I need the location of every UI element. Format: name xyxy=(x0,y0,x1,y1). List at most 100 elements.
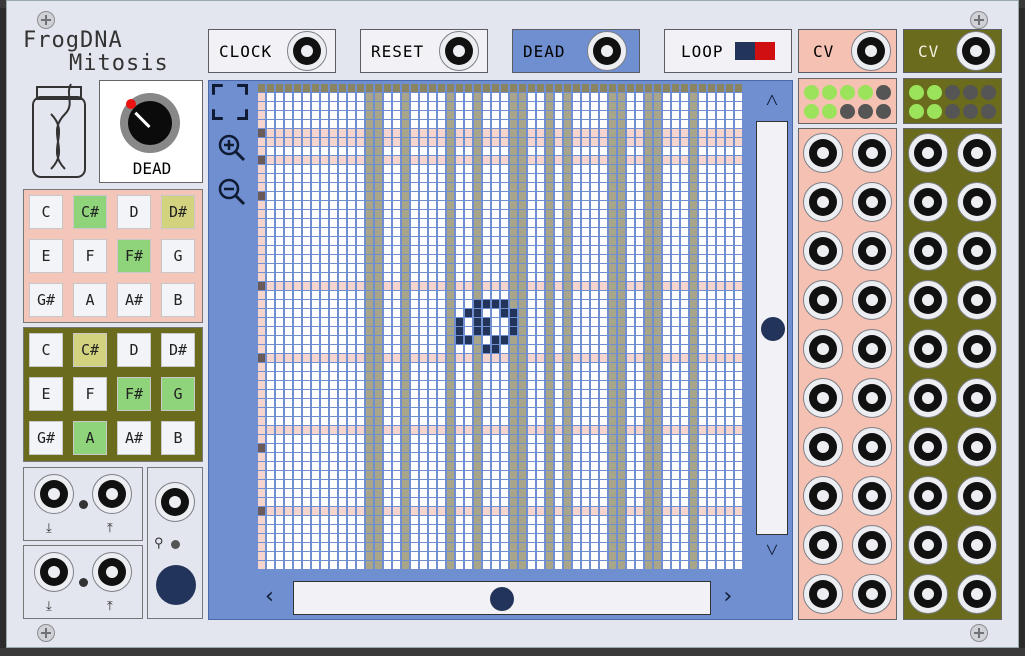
note-pad[interactable]: A xyxy=(73,421,107,455)
cv-jack-2[interactable] xyxy=(956,31,996,71)
output-jack[interactable] xyxy=(852,133,892,173)
output-jack[interactable] xyxy=(957,182,997,222)
reset-button[interactable]: RESET xyxy=(360,29,488,73)
horizontal-scroll-thumb[interactable] xyxy=(490,587,514,611)
output-jack[interactable] xyxy=(908,476,948,516)
output-jack[interactable] xyxy=(803,280,843,320)
horizontal-scrollbar[interactable] xyxy=(293,581,711,615)
seed-jack[interactable] xyxy=(155,482,195,522)
note-pad[interactable]: E xyxy=(29,377,63,411)
note-pad[interactable]: G xyxy=(161,377,195,411)
note-pad[interactable]: C# xyxy=(73,333,107,367)
output-jack[interactable] xyxy=(852,231,892,271)
note-pad[interactable]: A# xyxy=(117,283,151,317)
clock-button[interactable]: CLOCK xyxy=(208,29,336,73)
output-jack[interactable] xyxy=(908,182,948,222)
output-jack[interactable] xyxy=(957,427,997,467)
note-pad[interactable]: F xyxy=(73,239,107,273)
output-jack[interactable] xyxy=(803,133,843,173)
led xyxy=(804,104,819,119)
note-pad[interactable]: C# xyxy=(73,195,107,229)
output-jack[interactable] xyxy=(957,280,997,320)
note-pad[interactable]: C xyxy=(29,195,63,229)
output-jack[interactable] xyxy=(908,280,948,320)
output-jack[interactable] xyxy=(803,525,843,565)
output-jack[interactable] xyxy=(908,427,948,467)
input-jack[interactable] xyxy=(34,552,74,592)
output-jacks-1 xyxy=(798,128,897,620)
seed-button[interactable] xyxy=(156,565,196,605)
dead-jack[interactable] xyxy=(587,31,627,71)
output-jack[interactable] xyxy=(852,182,892,222)
output-jack[interactable] xyxy=(803,574,843,614)
output-jack[interactable] xyxy=(908,525,948,565)
note-pad[interactable]: G xyxy=(161,239,195,273)
output-jack[interactable] xyxy=(92,474,132,514)
note-pad[interactable]: C xyxy=(29,333,63,367)
chevron-right-icon[interactable]: › xyxy=(721,585,741,609)
chevron-left-icon[interactable]: ‹ xyxy=(263,585,283,609)
note-pad[interactable]: D# xyxy=(161,333,195,367)
note-pad[interactable]: D xyxy=(117,333,151,367)
loop-button[interactable]: LOOP xyxy=(664,29,792,73)
output-jack[interactable] xyxy=(852,378,892,418)
output-jack[interactable] xyxy=(852,574,892,614)
output-jack[interactable] xyxy=(908,574,948,614)
note-pad[interactable]: B xyxy=(161,283,195,317)
output-jack[interactable] xyxy=(908,133,948,173)
output-jack[interactable] xyxy=(852,329,892,369)
note-pad[interactable]: F# xyxy=(117,239,151,273)
chevron-up-icon[interactable]: ˄ xyxy=(760,90,784,112)
output-jack[interactable] xyxy=(957,133,997,173)
vertical-scrollbar[interactable] xyxy=(756,121,788,535)
output-jack[interactable] xyxy=(957,525,997,565)
output-jack[interactable] xyxy=(908,378,948,418)
note-pad[interactable]: E xyxy=(29,239,63,273)
reset-jack[interactable] xyxy=(439,31,479,71)
note-pad[interactable]: B xyxy=(161,421,195,455)
led xyxy=(822,85,837,100)
dead-label: DEAD xyxy=(523,41,566,61)
note-pad[interactable]: G# xyxy=(29,283,63,317)
scale-quantizer-2: C C# D D# E F F# G G# A A# B xyxy=(23,327,203,462)
vertical-scroll-thumb[interactable] xyxy=(761,317,785,341)
loop-indicator xyxy=(735,42,775,60)
led xyxy=(963,85,978,100)
note-pad[interactable]: D# xyxy=(161,195,195,229)
output-jack[interactable] xyxy=(803,231,843,271)
output-jack[interactable] xyxy=(852,280,892,320)
note-pad[interactable]: D xyxy=(117,195,151,229)
output-jack[interactable] xyxy=(957,476,997,516)
dead-button[interactable]: DEAD xyxy=(512,29,640,73)
output-jack[interactable] xyxy=(852,525,892,565)
fullscreen-icon[interactable] xyxy=(212,84,248,120)
output-jack[interactable] xyxy=(803,182,843,222)
output-jack[interactable] xyxy=(803,378,843,418)
dead-knob[interactable] xyxy=(120,93,180,153)
input-jack[interactable] xyxy=(34,474,74,514)
output-jack[interactable] xyxy=(908,329,948,369)
output-jack[interactable] xyxy=(957,329,997,369)
output-jack[interactable] xyxy=(803,427,843,467)
output-jack[interactable] xyxy=(803,329,843,369)
note-pad[interactable]: F xyxy=(73,377,107,411)
output-jack[interactable] xyxy=(92,552,132,592)
cell-grid[interactable] xyxy=(258,84,746,570)
note-pad[interactable]: F# xyxy=(117,377,151,411)
output-jack[interactable] xyxy=(957,574,997,614)
output-jack[interactable] xyxy=(957,378,997,418)
output-jack[interactable] xyxy=(908,231,948,271)
note-pad[interactable]: G# xyxy=(29,421,63,455)
output-jack[interactable] xyxy=(852,476,892,516)
zoom-in-icon[interactable] xyxy=(217,133,247,163)
clock-jack[interactable] xyxy=(287,31,327,71)
output-jack[interactable] xyxy=(803,476,843,516)
led xyxy=(804,85,819,100)
cv-jack-1[interactable] xyxy=(851,31,891,71)
note-pad[interactable]: A# xyxy=(117,421,151,455)
output-jack[interactable] xyxy=(957,231,997,271)
chevron-down-icon[interactable]: ˅ xyxy=(760,540,784,562)
note-pad[interactable]: A xyxy=(73,283,107,317)
zoom-out-icon[interactable] xyxy=(217,177,247,207)
output-jack[interactable] xyxy=(852,427,892,467)
